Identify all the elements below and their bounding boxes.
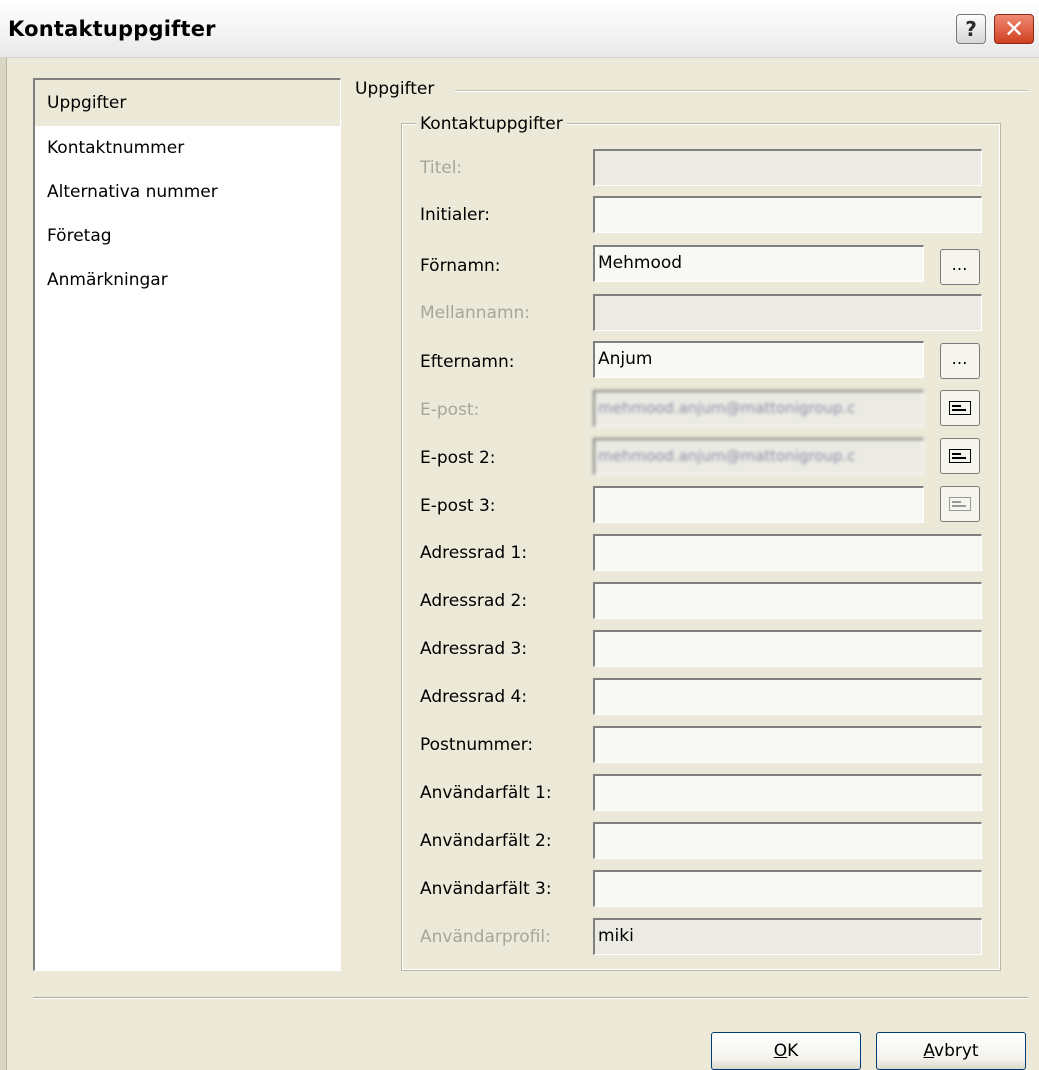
address-line1-label: Adressrad 1: — [420, 543, 528, 563]
nav-item-label: Uppgifter — [47, 93, 127, 113]
user-field3-input[interactable] — [593, 870, 982, 907]
ok-button-label: OK — [773, 1041, 799, 1061]
address-line4-label: Adressrad 4: — [420, 687, 528, 707]
email2-send-button[interactable] — [940, 438, 980, 474]
user-profile-label: Användarprofil: — [420, 927, 551, 947]
nav-item-uppgifter[interactable]: Uppgifter — [35, 80, 340, 126]
help-icon: ? — [965, 17, 977, 41]
email2-label: E-post 2: — [420, 448, 496, 468]
nav-item-anmarkningar[interactable]: Anmärkningar — [35, 258, 340, 302]
close-icon: ✕ — [1003, 15, 1025, 43]
address-line4-field[interactable] — [593, 678, 982, 715]
user-field2-label: Användarfält 2: — [420, 831, 552, 851]
middle-name-label: Mellannamn: — [420, 303, 531, 323]
window-frame-left — [0, 57, 7, 1070]
nav-item-label: Anmärkningar — [47, 270, 168, 290]
nav-item-label: Alternativa nummer — [47, 182, 218, 202]
section-divider — [455, 90, 1028, 92]
email3-send-button — [940, 486, 980, 522]
initials-label: Initialer: — [420, 205, 490, 225]
initials-field[interactable] — [593, 196, 982, 233]
postal-code-field[interactable] — [593, 726, 982, 763]
first-name-label: Förnamn: — [420, 256, 501, 276]
postal-code-label: Postnummer: — [420, 735, 534, 755]
address-line3-label: Adressrad 3: — [420, 639, 528, 659]
category-list[interactable]: Uppgifter Kontaktnummer Alternativa numm… — [33, 78, 341, 971]
user-field1-label: Användarfält 1: — [420, 783, 552, 803]
first-name-field[interactable]: Mehmood — [593, 245, 924, 282]
email2-field[interactable]: mehmood.anjum@mattonigroup.c — [593, 438, 924, 475]
group-title: Kontaktuppgifter — [416, 114, 567, 134]
window-title: Kontaktuppgifter — [8, 17, 216, 41]
address-line2-label: Adressrad 2: — [420, 591, 528, 611]
email-field: mehmood.anjum@mattonigroup.c — [593, 390, 924, 427]
footer-separator — [33, 997, 1028, 999]
first-name-browse-button[interactable]: … — [940, 249, 980, 285]
email3-label: E-post 3: — [420, 496, 496, 516]
cancel-button-label: Avbryt — [923, 1041, 979, 1061]
nav-item-kontaktnummer[interactable]: Kontaktnummer — [35, 126, 340, 170]
nav-item-alternativa-nummer[interactable]: Alternativa nummer — [35, 170, 340, 214]
cancel-button[interactable]: Avbryt — [876, 1032, 1026, 1070]
ellipsis-icon: … — [951, 348, 969, 368]
nav-item-label: Kontaktnummer — [47, 138, 185, 158]
title-bar: Kontaktuppgifter ? ✕ — [0, 0, 1039, 58]
email3-field[interactable] — [593, 486, 924, 523]
address-line3-field[interactable] — [593, 630, 982, 667]
user-profile-field: miki — [593, 918, 982, 955]
last-name-field[interactable]: Anjum — [593, 341, 924, 378]
email-send-button[interactable] — [940, 390, 980, 426]
last-name-label: Efternamn: — [420, 352, 515, 372]
user-field2-input[interactable] — [593, 822, 982, 859]
middle-name-field — [593, 294, 982, 331]
user-field3-label: Användarfält 3: — [420, 879, 552, 899]
ok-button[interactable]: OK — [711, 1032, 861, 1070]
title-label: Titel: — [420, 158, 463, 178]
nav-item-label: Företag — [47, 226, 112, 246]
user-field1-input[interactable] — [593, 774, 982, 811]
nav-item-foretag[interactable]: Företag — [35, 214, 340, 258]
address-line2-field[interactable] — [593, 582, 982, 619]
title-field — [593, 149, 982, 186]
help-button[interactable]: ? — [956, 14, 986, 44]
address-line1-field[interactable] — [593, 534, 982, 571]
send-mail-icon — [949, 401, 971, 415]
ellipsis-icon: … — [951, 254, 969, 274]
send-mail-icon — [949, 497, 971, 511]
section-title: Uppgifter — [355, 79, 441, 99]
last-name-browse-button[interactable]: … — [940, 343, 980, 379]
email-label: E-post: — [420, 400, 480, 420]
send-mail-icon — [949, 449, 971, 463]
close-button[interactable]: ✕ — [994, 14, 1034, 44]
